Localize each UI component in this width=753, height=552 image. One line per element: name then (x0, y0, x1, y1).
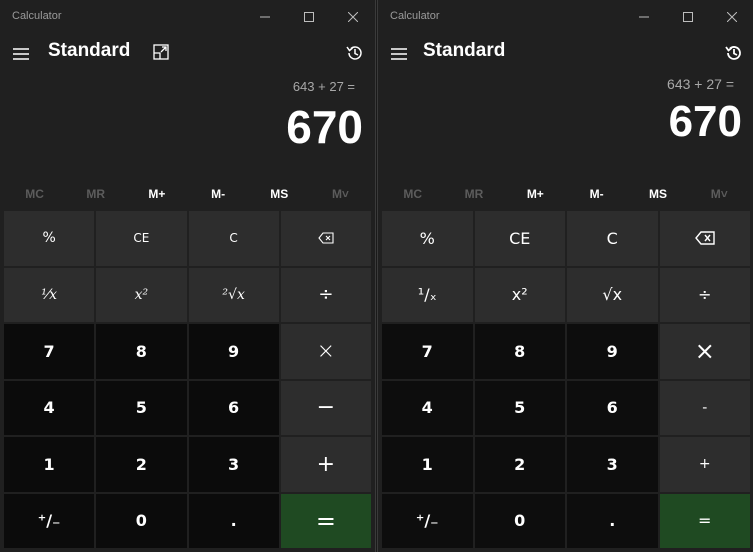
digit-2-key[interactable]: 2 (474, 437, 565, 492)
memory-list-button[interactable]: M˅ (310, 180, 371, 208)
history-icon[interactable] (345, 43, 365, 63)
percent-key[interactable]: % (382, 211, 473, 266)
memory-row: MC MR M+ M- MS M˅ (382, 180, 750, 208)
expression-display: 643 + 27 = (667, 76, 734, 92)
hamburger-menu-icon[interactable] (12, 46, 30, 62)
backspace-icon (318, 232, 334, 244)
clear-entry-key[interactable]: CE (474, 211, 565, 266)
memory-store-button[interactable]: MS (627, 180, 688, 208)
backspace-key[interactable] (659, 211, 750, 266)
title-bar: Calculator (0, 0, 375, 34)
memory-recall-button[interactable]: MR (443, 180, 504, 208)
divide-key[interactable]: ÷ (659, 267, 750, 322)
keypad: % CE C ¹/ₓ x² √x ÷ 7 8 9 × 4 5 6 - 1 2 3… (382, 211, 750, 548)
minus-key[interactable]: − (280, 380, 371, 435)
digit-7-key[interactable]: 7 (4, 324, 95, 379)
reciprocal-key[interactable]: ¹/ₓ (382, 267, 473, 322)
clear-key[interactable]: C (188, 211, 279, 266)
digit-6-key[interactable]: 6 (567, 380, 658, 435)
result-display: 670 (668, 97, 742, 146)
negate-key[interactable]: ⁺/₋ (4, 493, 95, 548)
digit-6-key[interactable]: 6 (188, 380, 279, 435)
calculator-window-right: Calculator Standard 643 + 27 = 670 MC MR… (377, 0, 753, 552)
keypad: % CE C ¹⁄x x² ²√x ÷ 7 8 9 × 4 5 6 − 1 2 … (4, 211, 371, 548)
close-button[interactable] (710, 0, 753, 34)
memory-subtract-button[interactable]: M- (188, 180, 249, 208)
maximize-button[interactable] (287, 0, 331, 34)
mode-title: Standard (423, 40, 506, 61)
multiply-key[interactable]: × (659, 324, 750, 379)
digit-3-key[interactable]: 3 (188, 437, 279, 492)
maximize-icon (304, 12, 314, 22)
close-button[interactable] (331, 0, 375, 34)
digit-7-key[interactable]: 7 (382, 324, 473, 379)
history-icon[interactable] (724, 43, 744, 63)
digit-0-key[interactable]: 0 (96, 493, 187, 548)
digit-8-key[interactable]: 8 (96, 324, 187, 379)
backspace-icon (694, 231, 715, 245)
memory-recall-button[interactable]: MR (65, 180, 126, 208)
equals-key[interactable]: = (659, 493, 750, 548)
backspace-key[interactable] (280, 211, 371, 266)
mode-title: Standard (48, 40, 131, 61)
digit-2-key[interactable]: 2 (96, 437, 187, 492)
square-key[interactable]: x² (96, 267, 187, 322)
minimize-button[interactable] (622, 0, 666, 34)
square-root-key[interactable]: √x (567, 267, 658, 322)
plus-key[interactable]: + (280, 437, 371, 492)
divide-key[interactable]: ÷ (280, 267, 371, 322)
maximize-button[interactable] (666, 0, 710, 34)
memory-add-button[interactable]: M+ (505, 180, 566, 208)
minimize-icon (260, 16, 270, 18)
digit-0-key[interactable]: 0 (474, 493, 565, 548)
minus-key[interactable]: - (659, 380, 750, 435)
digit-9-key[interactable]: 9 (567, 324, 658, 379)
memory-subtract-button[interactable]: M- (566, 180, 627, 208)
square-key[interactable]: x² (474, 267, 565, 322)
minimize-icon (639, 16, 649, 18)
negate-key[interactable]: ⁺/₋ (382, 493, 473, 548)
memory-list-button[interactable]: M˅ (689, 180, 750, 208)
header: Standard (0, 34, 375, 74)
digit-5-key[interactable]: 5 (474, 380, 565, 435)
close-icon (727, 12, 737, 22)
clear-entry-key[interactable]: CE (96, 211, 187, 266)
digit-3-key[interactable]: 3 (567, 437, 658, 492)
multiply-key[interactable]: × (280, 324, 371, 379)
maximize-icon (683, 12, 693, 22)
equals-key[interactable]: = (280, 493, 371, 548)
digit-1-key[interactable]: 1 (382, 437, 473, 492)
digit-8-key[interactable]: 8 (474, 324, 565, 379)
clear-key[interactable]: C (567, 211, 658, 266)
app-title: Calculator (390, 10, 440, 22)
minimize-button[interactable] (243, 0, 287, 34)
header: Standard (378, 34, 753, 74)
result-display: 670 (286, 101, 363, 153)
hamburger-menu-icon[interactable] (390, 46, 408, 62)
decimal-key[interactable]: . (567, 493, 658, 548)
memory-store-button[interactable]: MS (249, 180, 310, 208)
memory-clear-button[interactable]: MC (382, 180, 443, 208)
digit-5-key[interactable]: 5 (96, 380, 187, 435)
decimal-key[interactable]: . (188, 493, 279, 548)
app-title: Calculator (12, 10, 62, 22)
keep-on-top-icon[interactable] (152, 43, 170, 61)
memory-row: MC MR M+ M- MS M˅ (4, 180, 371, 208)
digit-4-key[interactable]: 4 (382, 380, 473, 435)
reciprocal-key[interactable]: ¹⁄x (4, 267, 95, 322)
title-bar: Calculator (378, 0, 753, 34)
memory-clear-button[interactable]: MC (4, 180, 65, 208)
close-icon (348, 12, 358, 22)
percent-key[interactable]: % (4, 211, 95, 266)
plus-key[interactable]: + (659, 437, 750, 492)
square-root-key[interactable]: ²√x (188, 267, 279, 322)
memory-add-button[interactable]: M+ (126, 180, 187, 208)
digit-4-key[interactable]: 4 (4, 380, 95, 435)
digit-1-key[interactable]: 1 (4, 437, 95, 492)
digit-9-key[interactable]: 9 (188, 324, 279, 379)
expression-display: 643 + 27 = (292, 79, 355, 94)
calculator-window-left: Calculator Standard 643 + 27 = 670 MC MR (0, 0, 376, 552)
